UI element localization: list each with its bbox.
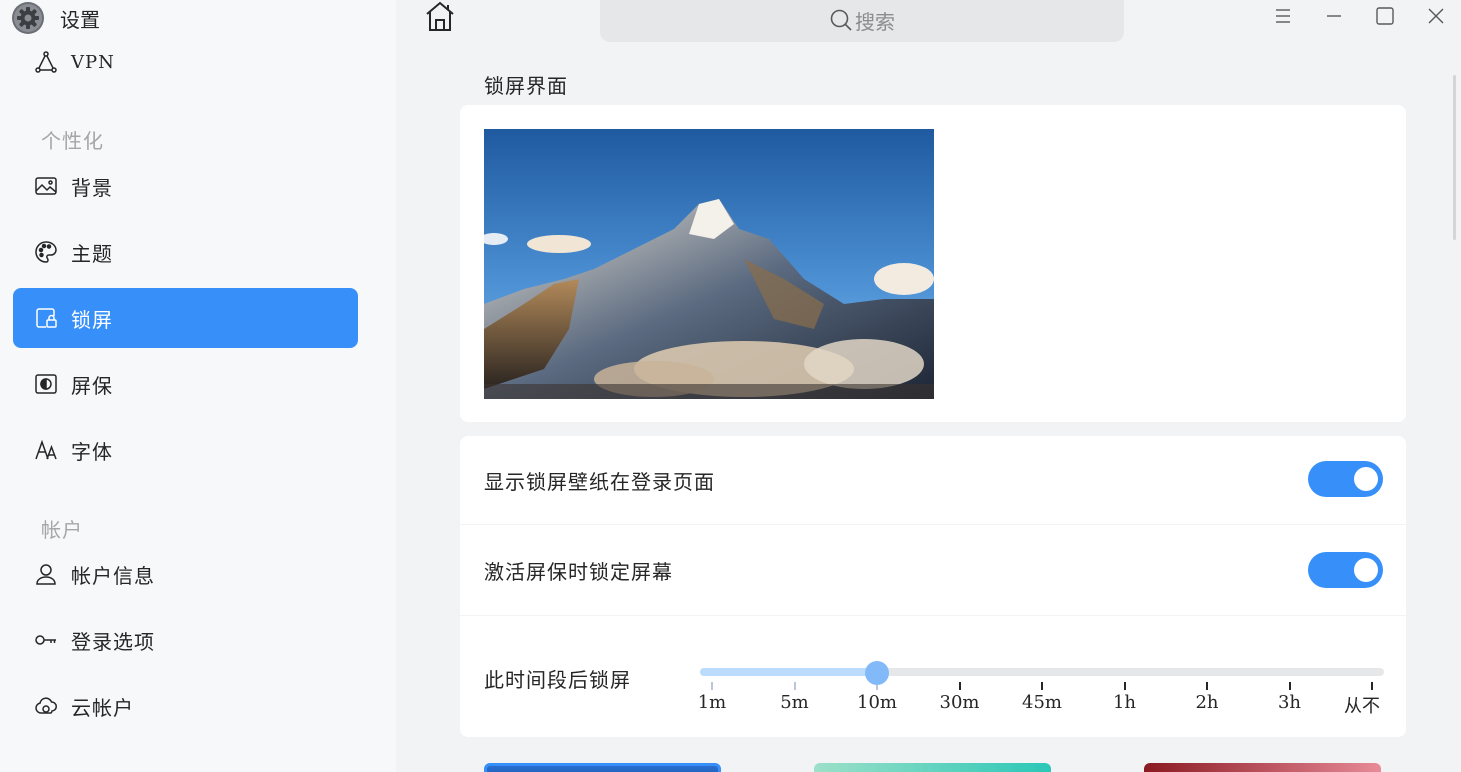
toggle-knob: [1354, 558, 1378, 582]
slider-tick-label: 2h: [1195, 692, 1219, 713]
close-icon: [1428, 8, 1443, 24]
maximize-button[interactable]: [1359, 0, 1410, 32]
sidebar-item-label: 屏保: [71, 373, 113, 398]
slider-tick-label: 5m: [780, 692, 809, 713]
search-input[interactable]: 搜索: [600, 0, 1124, 42]
slider-tick: [1041, 682, 1043, 690]
sidebar-item-label: 登录选项: [71, 629, 155, 654]
sidebar-item-label: VPN: [71, 51, 115, 73]
scrollbar[interactable]: [1453, 75, 1456, 240]
section-title-lockscreen: 锁屏界面: [484, 74, 568, 98]
lock-on-screensaver-toggle[interactable]: [1308, 552, 1383, 588]
minimize-icon: [1326, 15, 1341, 17]
lock-after-slider[interactable]: 1m 5m 10m 30m 45m 1h 2h 3h 从不: [697, 661, 1384, 724]
sidebar: 设置 VPN 个性化 背景 主题 锁屏 屏保 字体 帐户 帐户信息 登录选项 云…: [0, 0, 396, 772]
sidebar-item-label: 字体: [71, 439, 113, 464]
slider-tick: [793, 682, 796, 690]
wallpaper-thumbnail[interactable]: [1144, 763, 1381, 772]
sidebar-item-label: 云帐户: [71, 695, 134, 720]
slider-tick-label: 45m: [1022, 692, 1062, 713]
app-title: 设置: [60, 7, 100, 32]
setting-label: 激活屏保时锁定屏幕: [484, 560, 673, 584]
section-label-account: 帐户: [41, 518, 83, 542]
sidebar-item-label: 锁屏: [71, 307, 113, 332]
slider-tick: [958, 682, 961, 690]
sidebar-item-label: 帐户信息: [71, 563, 155, 588]
image-icon: [33, 173, 59, 199]
toggle-knob: [1354, 467, 1378, 491]
slider-tick: [1206, 682, 1208, 690]
font-icon: [33, 437, 59, 463]
sidebar-item-cloud-account[interactable]: 云帐户: [13, 676, 358, 736]
search-placeholder: 搜索: [855, 9, 895, 34]
vpn-icon: [33, 49, 59, 75]
maximize-icon: [1375, 7, 1394, 25]
setting-row-show-wallpaper-login: 显示锁屏壁纸在登录页面: [460, 436, 1406, 524]
sidebar-item-vpn[interactable]: VPN: [13, 32, 358, 92]
lockscreen-preview-card: [460, 105, 1406, 422]
sidebar-item-label: 背景: [71, 175, 113, 200]
slider-tick-label: 1h: [1112, 692, 1137, 713]
lockscreen-icon: [33, 305, 59, 331]
lockscreen-wallpaper-preview[interactable]: [484, 129, 934, 399]
setting-row-lock-on-screensaver: 激活屏保时锁定屏幕: [460, 525, 1406, 615]
slider-tick-label: 10m: [857, 692, 897, 713]
slider-fill: [700, 668, 877, 676]
key-icon: [33, 627, 59, 653]
window-controls: [1257, 0, 1461, 32]
slider-tick-label: 3h: [1277, 692, 1302, 713]
slider-tick-label: 1m: [697, 692, 727, 713]
slider-tick: [1288, 682, 1291, 690]
sidebar-item-theme[interactable]: 主题: [13, 222, 358, 282]
slider-tick: [1123, 682, 1126, 690]
main-content: 搜索 锁屏界面 显示锁屏壁纸在登录页面 激活屏保时锁定屏幕 此时间段后锁屏 1m…: [396, 0, 1461, 772]
user-icon: [33, 561, 59, 587]
cloud-icon: [33, 693, 59, 719]
menu-button[interactable]: [1257, 0, 1308, 32]
hamburger-icon: [1275, 9, 1290, 23]
palette-icon: [33, 239, 59, 265]
slider-tick: [1371, 682, 1373, 690]
wallpaper-thumbnail[interactable]: [484, 763, 721, 772]
show-wallpaper-login-toggle[interactable]: [1308, 461, 1383, 497]
minimize-button[interactable]: [1308, 0, 1359, 32]
home-icon: [426, 1, 454, 31]
slider-tick-label: 30m: [939, 692, 980, 713]
setting-label: 此时间段后锁屏: [484, 668, 631, 692]
close-button[interactable]: [1410, 0, 1461, 32]
settings-gear-icon: [10, 2, 46, 34]
section-label-personalize: 个性化: [41, 129, 104, 153]
sidebar-item-background[interactable]: 背景: [13, 156, 358, 216]
slider-thumb[interactable]: [865, 661, 889, 685]
wallpaper-thumbnail[interactable]: [814, 763, 1051, 772]
sidebar-item-lockscreen[interactable]: 锁屏: [13, 288, 358, 348]
slider-tick: [711, 682, 713, 690]
app-header: 设置: [10, 2, 100, 34]
sidebar-item-label: 主题: [71, 241, 113, 266]
sidebar-item-account-info[interactable]: 帐户信息: [13, 544, 358, 604]
sidebar-item-screensaver[interactable]: 屏保: [13, 354, 358, 414]
sidebar-item-font[interactable]: 字体: [13, 420, 358, 480]
sidebar-item-login-options[interactable]: 登录选项: [13, 610, 358, 670]
setting-row-lock-after: 此时间段后锁屏 1m 5m 10m 30m 45m 1h 2h 3h 从不: [460, 616, 1406, 737]
home-button[interactable]: [422, 0, 458, 34]
slider-tick-label: 从不: [1344, 696, 1380, 717]
screensaver-icon: [33, 371, 59, 397]
setting-label: 显示锁屏壁纸在登录页面: [484, 470, 715, 494]
search-icon: [829, 8, 853, 32]
